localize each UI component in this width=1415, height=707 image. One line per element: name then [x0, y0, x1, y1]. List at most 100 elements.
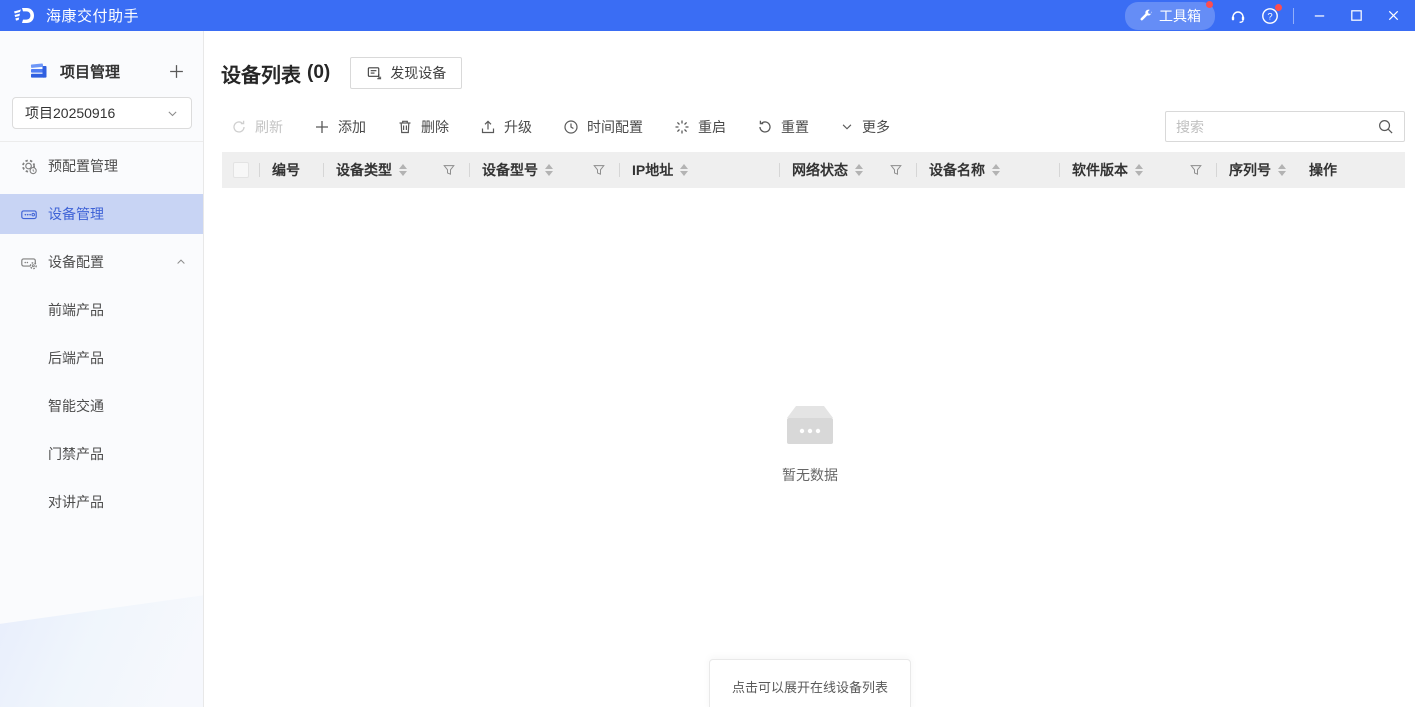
- filter-icon[interactable]: [1189, 163, 1203, 177]
- sidebar-item-preconfig[interactable]: 预配置管理: [0, 142, 203, 190]
- empty-state: 暂无数据: [782, 403, 838, 485]
- sidebar-item-label: 设备管理: [48, 204, 104, 224]
- chevron-down-icon: [840, 120, 854, 134]
- sort-icon[interactable]: [855, 164, 863, 176]
- refresh-button[interactable]: 刷新: [231, 117, 283, 137]
- titlebar-separator: [1293, 8, 1294, 24]
- column-label: 编号: [272, 160, 300, 180]
- search-box: [1165, 111, 1405, 142]
- discover-button-label: 发现设备: [390, 63, 446, 83]
- clock-icon: [563, 119, 579, 135]
- sort-icon[interactable]: [1278, 164, 1286, 176]
- sidebar-item-label: 预配置管理: [48, 156, 118, 176]
- headset-icon: [1229, 7, 1247, 25]
- add-button[interactable]: 添加: [314, 117, 366, 137]
- project-section-header: 项目管理: [28, 55, 187, 87]
- sidebar-subitem-front-end[interactable]: 前端产品: [0, 286, 203, 334]
- support-headset-button[interactable]: [1229, 7, 1247, 25]
- project-select[interactable]: 项目20250916: [12, 97, 192, 129]
- sidebar-subitem-intercom[interactable]: 对讲产品: [0, 478, 203, 526]
- sort-icon[interactable]: [992, 164, 1000, 176]
- sidebar-subitem-label: 智能交通: [48, 396, 104, 416]
- column-label: 设备类型: [336, 160, 392, 180]
- maximize-button[interactable]: [1345, 6, 1368, 25]
- project-select-value: 项目20250916: [25, 103, 115, 123]
- page-title: 设备列表: [221, 59, 301, 88]
- plus-icon: [314, 119, 330, 135]
- restart-icon: [674, 119, 690, 135]
- column-label: 软件版本: [1072, 160, 1128, 180]
- toolbar-label: 时间配置: [587, 117, 643, 137]
- toolbar: 刷新 添加 删除 升级: [231, 111, 921, 143]
- sidebar-item-device-management[interactable]: 设备管理: [0, 190, 203, 238]
- add-project-button[interactable]: [166, 63, 187, 80]
- chevron-up-icon: [175, 256, 187, 268]
- empty-box-icon: [782, 403, 838, 451]
- chevron-down-icon: [166, 107, 179, 120]
- delete-button[interactable]: 删除: [397, 117, 449, 137]
- close-button[interactable]: [1382, 6, 1405, 25]
- reset-icon: [757, 119, 773, 135]
- column-label: 网络状态: [792, 160, 848, 180]
- toolbox-badge-dot: [1206, 1, 1213, 8]
- column-label: 设备型号: [482, 160, 538, 180]
- upgrade-button[interactable]: 升级: [480, 117, 532, 137]
- column-label: 操作: [1309, 160, 1337, 180]
- column-header-operation: 操作: [1297, 152, 1405, 188]
- filter-icon[interactable]: [889, 163, 903, 177]
- help-button[interactable]: ?: [1261, 7, 1279, 25]
- column-header-serial-number: 序列号: [1217, 152, 1297, 188]
- column-label: 设备名称: [929, 160, 985, 180]
- sort-icon[interactable]: [1135, 164, 1143, 176]
- restart-button[interactable]: 重启: [674, 117, 726, 137]
- filter-icon[interactable]: [592, 163, 606, 177]
- close-icon: [1386, 8, 1401, 23]
- sidebar-subitem-label: 后端产品: [48, 348, 104, 368]
- sidebar-subitem-back-end[interactable]: 后端产品: [0, 334, 203, 382]
- sort-icon[interactable]: [680, 164, 688, 176]
- device-count: (0): [307, 62, 330, 84]
- search-input[interactable]: [1176, 119, 1377, 135]
- toolbar-label: 删除: [421, 117, 449, 137]
- toolbar-label: 重启: [698, 117, 726, 137]
- table-header: 编号 设备类型 设备型号 IP地址 网络状态: [222, 152, 1405, 188]
- refresh-icon: [231, 119, 247, 135]
- sidebar-subitem-access-control[interactable]: 门禁产品: [0, 430, 203, 478]
- minimize-icon: [1312, 8, 1327, 23]
- svg-text:?: ?: [1267, 11, 1272, 22]
- plus-icon: [168, 63, 185, 80]
- online-tip-text: 点击可以展开在线设备列表: [732, 677, 888, 707]
- more-button[interactable]: 更多: [840, 117, 890, 137]
- discover-devices-button[interactable]: 发现设备: [350, 57, 462, 89]
- sidebar-item-device-config[interactable]: 设备配置: [0, 238, 203, 286]
- sidebar-subitem-traffic[interactable]: 智能交通: [0, 382, 203, 430]
- column-header-device-name: 设备名称: [917, 152, 1060, 188]
- help-badge-dot: [1275, 4, 1282, 11]
- toolbox-button[interactable]: 工具箱: [1125, 2, 1215, 30]
- toolbox-label: 工具箱: [1159, 6, 1201, 26]
- filter-icon[interactable]: [442, 163, 456, 177]
- column-label: IP地址: [632, 160, 673, 180]
- column-header-device-model: 设备型号: [470, 152, 620, 188]
- upload-icon: [480, 119, 496, 135]
- project-section-title: 项目管理: [60, 61, 120, 82]
- select-all-cell: [222, 152, 260, 188]
- select-all-checkbox[interactable]: [233, 162, 249, 178]
- sort-icon[interactable]: [399, 164, 407, 176]
- minimize-button[interactable]: [1308, 6, 1331, 25]
- toolbar-label: 升级: [504, 117, 532, 137]
- wrench-icon: [1139, 9, 1153, 23]
- sidebar-subitem-label: 门禁产品: [48, 444, 104, 464]
- toolbar-label: 重置: [781, 117, 809, 137]
- sidebar-subitem-label: 前端产品: [48, 300, 104, 320]
- online-device-list-tip[interactable]: 点击可以展开在线设备列表: [709, 659, 911, 707]
- app-title: 海康交付助手: [46, 5, 139, 26]
- gear-icon: [20, 157, 38, 176]
- column-header-network-status: 网络状态: [780, 152, 917, 188]
- titlebar: 海康交付助手 工具箱: [0, 0, 1415, 31]
- sort-icon[interactable]: [545, 164, 553, 176]
- empty-state-text: 暂无数据: [782, 465, 838, 485]
- search-icon[interactable]: [1377, 118, 1394, 135]
- reset-button[interactable]: 重置: [757, 117, 809, 137]
- time-config-button[interactable]: 时间配置: [563, 117, 643, 137]
